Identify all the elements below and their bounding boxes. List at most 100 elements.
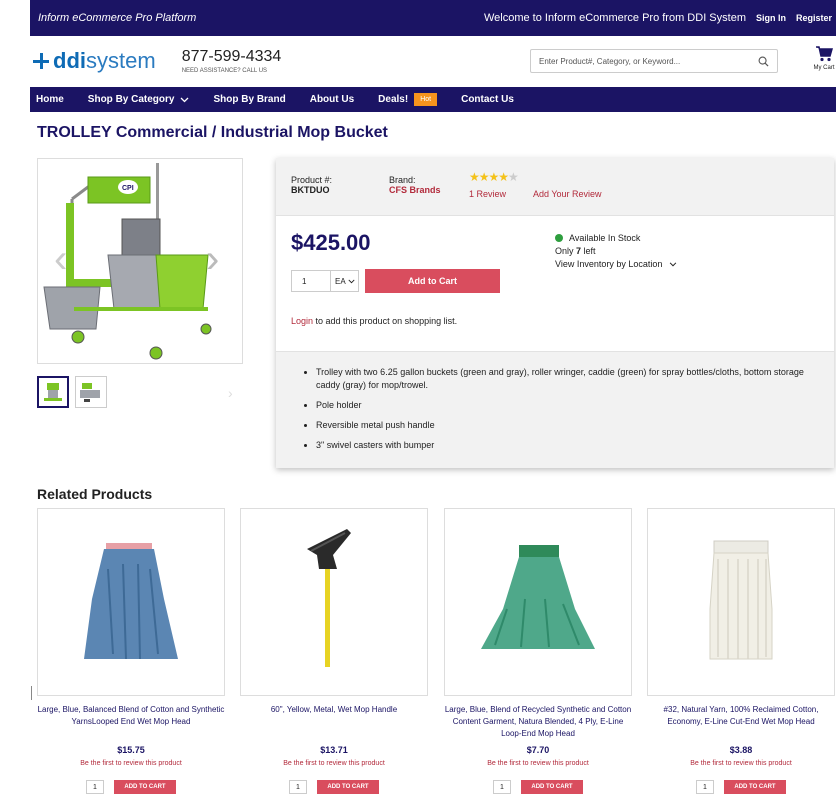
related-product-name[interactable]: #32, Natural Yarn, 100% Reclaimed Cotton… [647,704,835,728]
brand-label: Brand: [389,175,416,185]
feature-item: Trolley with two 6.25 gallon buckets (gr… [304,366,804,392]
sign-in-link[interactable]: Sign In [756,13,786,23]
nav-shop-by-category[interactable]: Shop By Category [88,94,190,105]
next-image-arrow[interactable]: › [206,239,219,279]
page-title: TROLLEY Commercial / Industrial Mop Buck… [37,124,388,141]
related-product-price: $13.71 [320,745,348,755]
availability-text: Available In Stock [569,233,641,243]
related-add-to-cart-button[interactable]: ADD TO CART [114,780,176,794]
related-product-card[interactable] [444,508,632,696]
related-product-image [481,545,595,649]
search-box [530,49,778,73]
top-bar: Inform eCommerce Pro Platform Welcome to… [30,0,836,36]
search-icon[interactable] [758,56,769,67]
rating-stars: ★★★★★ [469,170,519,184]
brand-link[interactable]: CFS Brands [389,185,441,195]
nav-deals[interactable]: Deals! Hot [378,93,438,106]
related-actions: 1 ADD TO CART [647,780,835,794]
check-icon [555,234,563,242]
only-prefix: Only [555,246,577,256]
welcome-text: Welcome to Inform eCommerce Pro from DDI… [483,12,746,24]
prev-image-arrow[interactable]: ‹ [54,239,67,279]
quantity-input[interactable]: 1 [291,270,331,292]
add-review-link[interactable]: Add Your Review [533,189,602,199]
platform-name: Inform eCommerce Pro Platform [38,12,197,24]
search-input[interactable] [539,56,758,66]
first-review-link[interactable]: Be the first to review this product [647,760,835,767]
related-product-price: $3.88 [729,745,753,755]
feature-item: 3" swivel casters with bumper [304,439,804,452]
first-review-link[interactable]: Be the first to review this product [444,760,632,767]
uom-value: EA [335,276,346,286]
cart-button[interactable]: My Cart [812,46,836,71]
phone-block: 877-599-4334 NEED ASSISTANCE? CALL US [182,48,282,74]
related-products-heading: Related Products [37,486,153,502]
logo-system-text: system [86,48,156,73]
nav-home[interactable]: Home [36,94,64,105]
nav-deals-label: Deals! [378,94,409,105]
login-notice: Login to add this product on shopping li… [291,316,457,326]
top-bar-right: Welcome to Inform eCommerce Pro from DDI… [484,12,832,24]
thumbnail-2-image [80,383,100,402]
hot-badge: Hot [414,93,438,106]
inventory-link-label: View Inventory by Location [555,259,663,269]
stock-info: Available In Stock Only 7 left View Inve… [555,232,677,271]
related-product-card[interactable] [647,508,835,696]
related-product-card[interactable] [37,508,225,696]
related-product-name[interactable]: Large, Blue, Balanced Blend of Cotton an… [37,704,225,728]
divider [31,686,32,700]
related-qty-input[interactable]: 1 [289,780,307,794]
thumbnail-strip [37,376,107,408]
related-product-image [709,540,773,660]
ddi-logo[interactable]: ddi system [32,48,156,74]
related-product-name[interactable]: Large, Blue, Blend of Recycled Synthetic… [444,704,632,740]
related-product-price: $7.70 [526,745,550,755]
related-qty-input[interactable]: 1 [493,780,511,794]
related-actions: 1 ADD TO CART [240,780,428,794]
register-link[interactable]: Register [796,13,832,23]
nav-about-us[interactable]: About Us [310,94,354,105]
related-add-to-cart-button[interactable]: ADD TO CART [317,780,379,794]
related-qty-input[interactable]: 1 [86,780,104,794]
thumbnail-next-arrow[interactable]: › [228,385,233,401]
first-review-link[interactable]: Be the first to review this product [240,760,428,767]
login-notice-text: to add this product on shopping list. [313,316,458,326]
chevron-down-icon [181,97,189,102]
feature-list: Trolley with two 6.25 gallon buckets (gr… [276,351,834,468]
product-number-label: Product #: [291,175,333,185]
inventory-by-location[interactable]: View Inventory by Location [555,258,677,271]
related-qty-input[interactable]: 1 [696,780,714,794]
chevron-down-icon [669,262,677,267]
related-product-price: $15.75 [117,745,145,755]
product-meta: Product #: BKTDUO Brand: CFS Brands ★★★★… [276,158,834,216]
nav-shop-by-brand[interactable]: Shop By Brand [213,94,285,105]
related-add-to-cart-button[interactable]: ADD TO CART [521,780,583,794]
related-add-to-cart-button[interactable]: ADD TO CART [724,780,786,794]
add-to-cart-button[interactable]: Add to Cart [365,269,500,293]
product-price: $425.00 [291,230,371,255]
site-header: ddi system 877-599-4334 NEED ASSISTANCE? … [30,36,836,86]
related-actions: 1 ADD TO CART [444,780,632,794]
related-product-image [307,529,351,667]
thumbnail-2[interactable] [75,376,107,408]
phone-number: 877-599-4334 [181,48,282,65]
cart-icon [816,46,833,62]
related-product-image [84,543,178,660]
thumbnail-1[interactable] [37,376,69,408]
related-product-card[interactable] [240,508,428,696]
only-suffix: left [581,246,596,256]
uom-select[interactable]: EA [331,270,359,292]
first-review-link[interactable]: Be the first to review this product [37,760,225,767]
login-link[interactable]: Login [291,316,313,326]
reviews-link[interactable]: 1 Review [469,189,506,199]
related-product-name[interactable]: 60", Yellow, Metal, Wet Mop Handle [240,704,428,716]
chevron-down-icon [348,279,355,283]
bucket-logo: CPI [122,185,134,192]
stock-count: Only 7 left [555,245,677,258]
nav-contact-us[interactable]: Contact Us [461,94,514,105]
main-nav: Home Shop By Category Shop By Brand Abou… [30,87,836,112]
logo-mark-icon [32,52,50,70]
nav-shop-by-category-label: Shop By Category [87,94,175,105]
product-image-viewer: CPI ‹ › [37,158,243,364]
phone-subtext: NEED ASSISTANCE? CALL US [181,68,268,74]
